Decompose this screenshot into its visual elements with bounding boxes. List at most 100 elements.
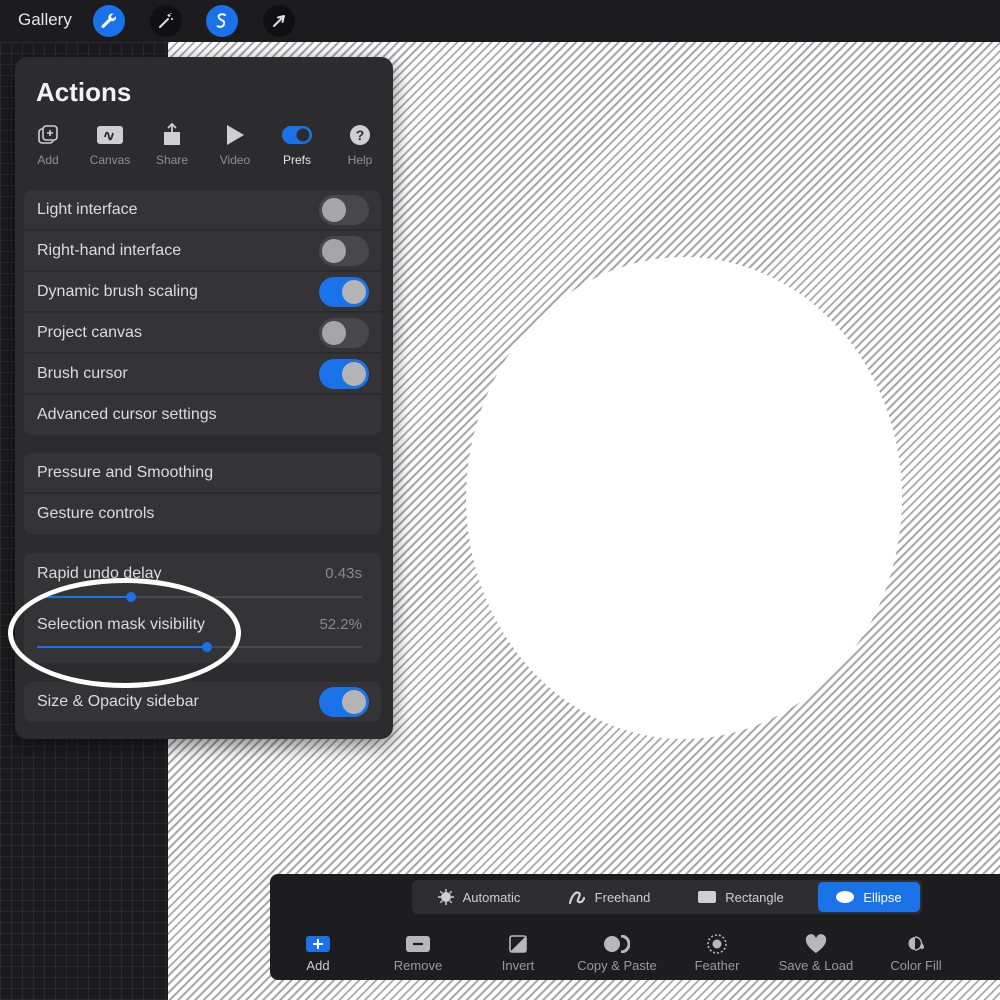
gesture-controls[interactable]: Gesture controls <box>24 494 381 534</box>
button-label: Copy & Paste <box>577 958 657 973</box>
actions-title: Actions <box>36 77 132 107</box>
wrench-icon[interactable] <box>93 5 125 37</box>
dynamic-brush-scaling-toggle[interactable] <box>319 277 369 307</box>
advanced-cursor-settings[interactable]: Advanced cursor settings <box>24 395 381 435</box>
light-interface-toggle[interactable] <box>319 195 369 225</box>
tab-prefs-label: Prefs <box>282 153 311 167</box>
tab-add-label: Add <box>37 153 59 167</box>
highlight-annotation <box>8 578 241 688</box>
pref-light-interface[interactable]: Light interface <box>24 190 381 230</box>
selection-color-fill-button[interactable]: Color Fill <box>873 934 959 973</box>
toggle-knob <box>342 280 366 304</box>
row-divider <box>24 352 381 353</box>
ellipse-selection <box>466 257 902 739</box>
pref-label: Size & Opacity sidebar <box>37 693 199 710</box>
play-icon <box>209 123 261 147</box>
button-label: Remove <box>393 958 443 973</box>
rapid-undo-delay-value: 0.43s <box>325 565 362 582</box>
mode-automatic[interactable]: Automatic <box>416 882 542 912</box>
selection-mode-bar: Automatic Freehand Rectangle Ellipse <box>412 880 922 914</box>
brush-cursor-toggle[interactable] <box>319 359 369 389</box>
pref-label: Project canvas <box>37 324 142 341</box>
button-label: Feather <box>694 958 740 973</box>
top-toolbar: Gallery <box>0 0 1000 42</box>
selection-feather-button[interactable]: Feather <box>674 934 760 973</box>
pressure-and-smoothing[interactable]: Pressure and Smoothing <box>24 453 381 493</box>
help-icon: ? <box>334 123 386 147</box>
tab-prefs[interactable]: Prefs <box>271 123 323 167</box>
pref-project-canvas[interactable]: Project canvas <box>24 313 381 353</box>
pref-right-hand-interface[interactable]: Right-hand interface <box>24 231 381 271</box>
mode-label: Automatic <box>462 889 521 905</box>
mode-label: Freehand <box>594 889 651 905</box>
size-opacity-sidebar[interactable]: Size & Opacity sidebar <box>24 682 381 722</box>
button-label: Add <box>306 958 330 973</box>
row-divider <box>24 311 381 312</box>
pref-label: Right-hand interface <box>37 242 182 259</box>
tab-video[interactable]: Video <box>209 123 261 167</box>
toggle-knob <box>322 321 346 345</box>
pref-label: Advanced cursor settings <box>37 406 217 423</box>
button-label: Color Fill <box>890 958 942 973</box>
minus-icon <box>375 934 461 954</box>
heart-icon <box>773 934 859 954</box>
row-divider <box>24 492 381 493</box>
feather-icon <box>674 934 760 954</box>
tab-help-label: Help <box>347 153 373 167</box>
selection-icon[interactable] <box>206 5 238 37</box>
selection-invert-button[interactable]: Invert <box>475 934 561 973</box>
right-hand-interface-toggle[interactable] <box>319 236 369 266</box>
project-canvas-toggle[interactable] <box>319 318 369 348</box>
mode-rectangle[interactable]: Rectangle <box>678 882 804 912</box>
plus-icon <box>275 934 361 954</box>
tab-canvas[interactable]: Canvas <box>84 123 136 167</box>
pref-label: Dynamic brush scaling <box>37 283 198 300</box>
rectangle-icon <box>698 891 717 903</box>
color-fill-icon <box>873 934 959 954</box>
transform-arrow-icon[interactable] <box>263 5 295 37</box>
toggle-icon <box>271 123 323 147</box>
ellipse-icon <box>836 891 855 903</box>
selection-toolbar: Automatic Freehand Rectangle Ellipse Add… <box>270 874 1000 980</box>
selection-mask-visibility-value: 52.2% <box>319 616 362 633</box>
tab-canvas-label: Canvas <box>89 153 131 167</box>
invert-icon <box>475 934 561 954</box>
pref-brush-cursor[interactable]: Brush cursor <box>24 354 381 394</box>
button-label: Invert <box>501 958 535 973</box>
toggle-knob <box>322 239 346 263</box>
gallery-button[interactable]: Gallery <box>18 10 72 30</box>
size-opacity-sidebar-toggle[interactable] <box>319 687 369 717</box>
row-divider <box>24 393 381 394</box>
tab-add[interactable]: Add <box>22 123 74 167</box>
pref-dynamic-brush-scaling[interactable]: Dynamic brush scaling <box>24 272 381 312</box>
canvas-icon <box>84 123 136 147</box>
add-icon <box>22 123 74 147</box>
tab-video-label: Video <box>219 153 251 167</box>
toggle-knob <box>342 362 366 386</box>
selection-copy-paste-button[interactable]: Copy & Paste <box>574 934 660 973</box>
toggle-knob <box>342 690 366 714</box>
share-icon <box>146 123 198 147</box>
link-label: Gesture controls <box>37 505 155 522</box>
tab-help[interactable]: ? Help <box>334 123 386 167</box>
pref-label: Light interface <box>37 201 138 218</box>
selection-save-load-button[interactable]: Save & Load <box>773 934 859 973</box>
tab-share[interactable]: Share <box>146 123 198 167</box>
pref-label: Brush cursor <box>37 365 128 382</box>
toggle-knob <box>322 198 346 222</box>
selection-add-button[interactable]: Add <box>275 934 361 973</box>
selection-remove-button[interactable]: Remove <box>375 934 461 973</box>
row-divider <box>24 229 381 230</box>
automatic-icon <box>437 889 454 905</box>
link-label: Pressure and Smoothing <box>37 464 214 481</box>
mode-label: Rectangle <box>725 889 784 905</box>
copy-paste-icon <box>574 934 660 954</box>
tab-share-label: Share <box>155 153 189 167</box>
mode-freehand[interactable]: Freehand <box>546 882 672 912</box>
button-label: Save & Load <box>778 958 854 973</box>
mode-label: Ellipse <box>863 889 902 905</box>
freehand-icon <box>568 889 586 905</box>
svg-text:?: ? <box>356 127 365 143</box>
mode-ellipse[interactable]: Ellipse <box>818 882 920 912</box>
magic-wand-icon[interactable] <box>150 5 182 37</box>
